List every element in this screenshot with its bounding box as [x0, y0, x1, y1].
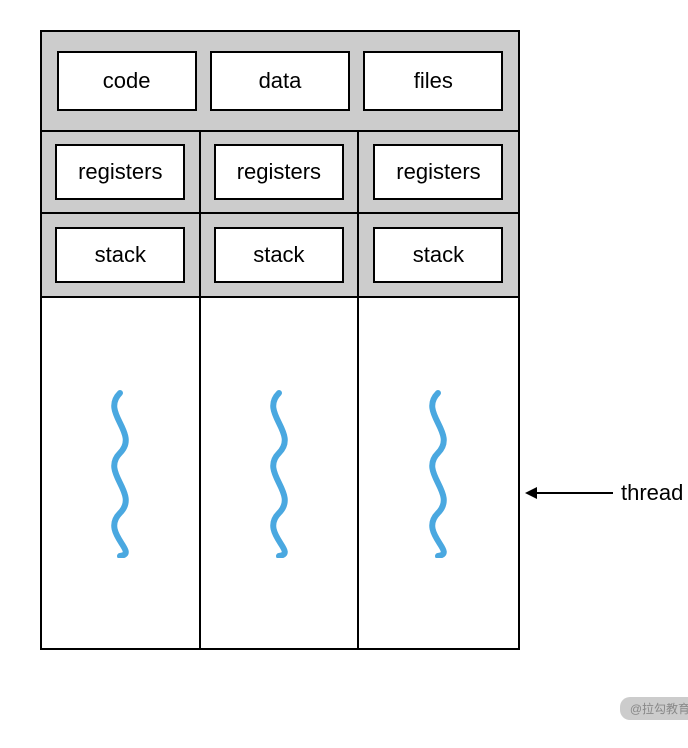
shared-label: code: [103, 68, 151, 94]
shared-resources-row: code data files: [42, 32, 518, 132]
arrow-left-icon: [525, 483, 615, 503]
registers-label: registers: [237, 159, 321, 185]
watermark: @拉勾教育: [620, 697, 688, 720]
stack-label: stack: [253, 242, 304, 268]
annotation-label: thread: [621, 480, 683, 506]
registers-cell: registers: [373, 144, 503, 200]
cell-wrap: registers: [201, 132, 358, 214]
registers-label: registers: [396, 159, 480, 185]
cell-wrap: registers: [359, 132, 518, 214]
thread-col: [359, 298, 518, 648]
registers-cell: registers: [214, 144, 344, 200]
stack-label: stack: [413, 242, 464, 268]
stack-label: stack: [95, 242, 146, 268]
shared-cell-data: data: [210, 51, 350, 111]
shared-cell-files: files: [363, 51, 503, 111]
per-thread-col: registers stack: [359, 132, 518, 296]
threads-row: [42, 298, 518, 648]
per-thread-col: registers stack: [201, 132, 360, 296]
per-thread-resources: registers stack registers stac: [42, 132, 518, 298]
process-box: code data files registers stack: [40, 30, 520, 650]
watermark-text: @拉勾教育: [630, 702, 688, 716]
thread-icon: [254, 388, 304, 558]
shared-label: data: [259, 68, 302, 94]
stack-cell: stack: [214, 227, 344, 283]
thread-icon: [95, 388, 145, 558]
shared-cell-code: code: [57, 51, 197, 111]
shared-label: files: [414, 68, 453, 94]
thread-col: [42, 298, 201, 648]
per-thread-col: registers stack: [42, 132, 201, 296]
registers-cell: registers: [55, 144, 185, 200]
cell-wrap: registers: [42, 132, 199, 214]
cell-wrap: stack: [42, 214, 199, 296]
stack-cell: stack: [373, 227, 503, 283]
stack-cell: stack: [55, 227, 185, 283]
cell-wrap: stack: [201, 214, 358, 296]
thread-icon: [413, 388, 463, 558]
thread-annotation: thread: [525, 480, 683, 506]
diagram-container: code data files registers stack: [20, 20, 688, 728]
registers-label: registers: [78, 159, 162, 185]
cell-wrap: stack: [359, 214, 518, 296]
thread-col: [201, 298, 360, 648]
